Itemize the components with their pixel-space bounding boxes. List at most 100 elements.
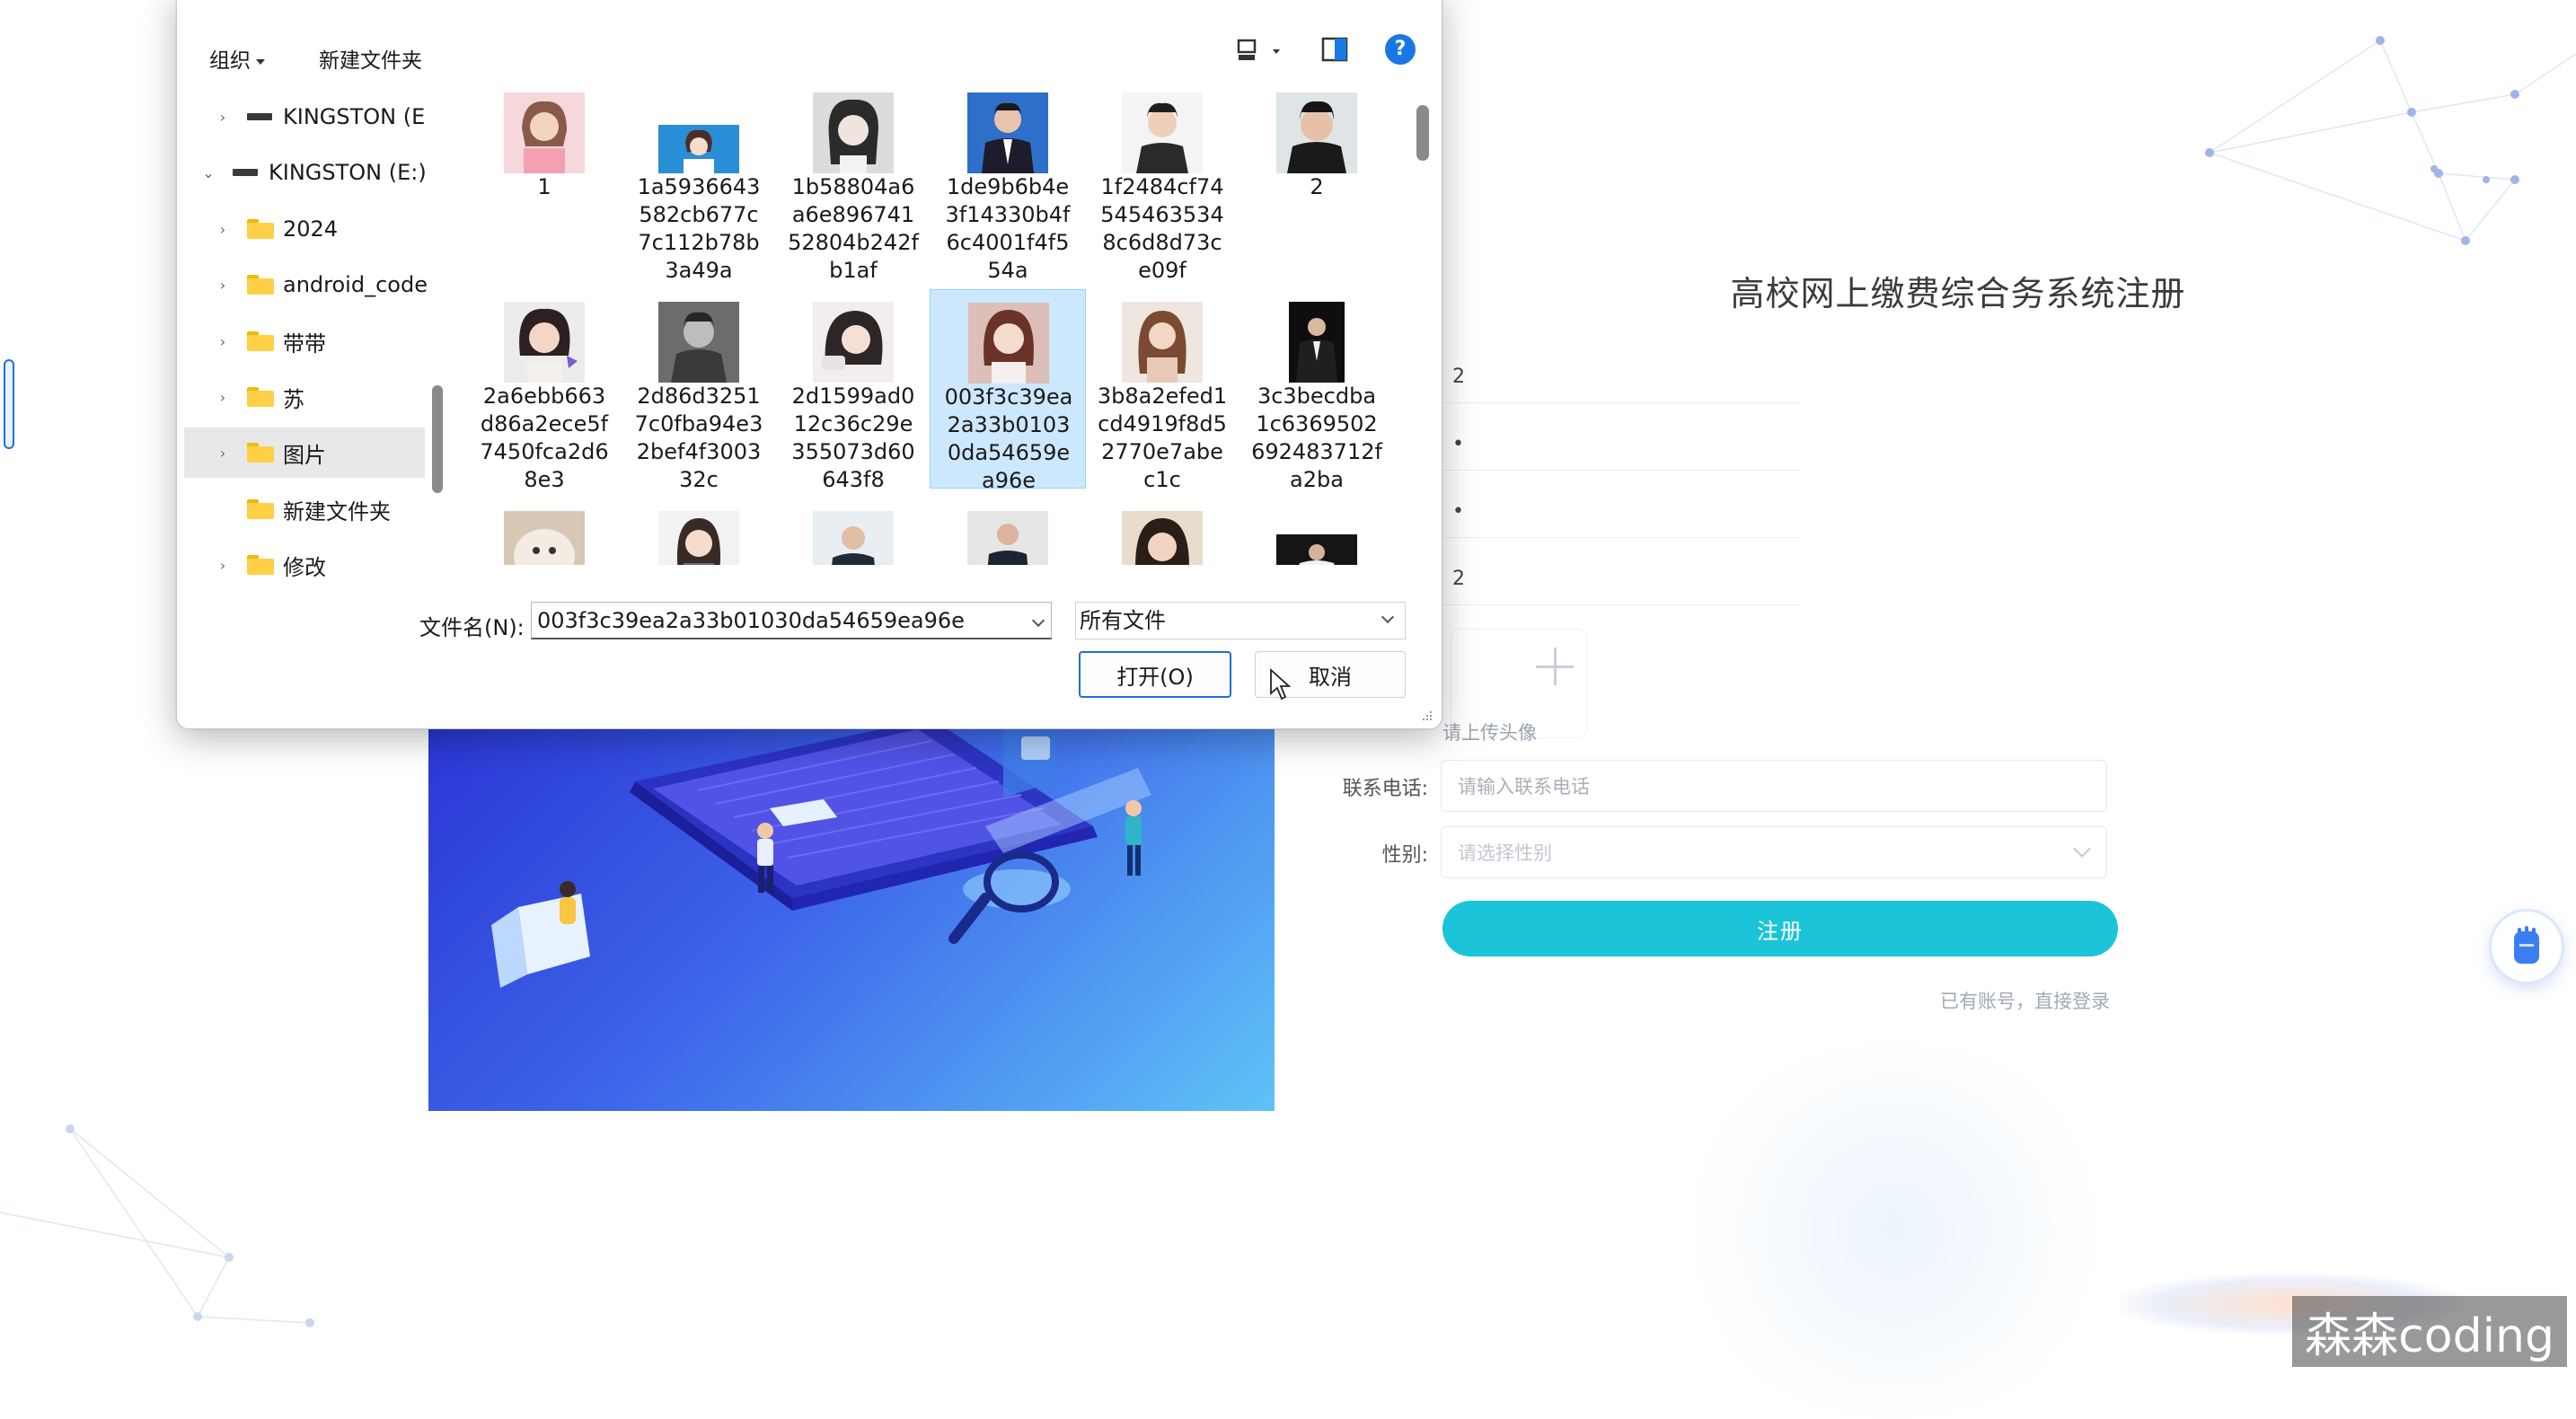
nav-item-label: 苏 <box>283 386 304 412</box>
image-thumbnail <box>658 511 739 565</box>
form-row-password[interactable]: • <box>1442 418 1801 471</box>
file-tile[interactable] <box>775 498 931 565</box>
file-tile[interactable] <box>621 498 777 565</box>
page-scrollbar[interactable] <box>4 359 14 449</box>
background-glow <box>1671 1042 2120 1419</box>
file-tile[interactable]: 3c3becdba1c6369502692483712fa2ba <box>1239 289 1395 492</box>
filename-label: 文件名(N): <box>419 615 525 640</box>
chevron-down-icon <box>2073 840 2091 858</box>
image-thumbnail <box>504 511 585 565</box>
file-name: 1b58804a6a6e89674152804b242fb1af <box>788 174 919 283</box>
chevron-right-icon: › <box>219 388 226 406</box>
nav-item-new-folder[interactable]: 新建文件夹 <box>247 484 391 534</box>
file-tile[interactable]: 1f2484cf745454635348c6d8d73ce09f <box>1084 80 1240 283</box>
file-name: 2a6ebb663d86a2ece5f7450fca2d68e3 <box>480 383 609 492</box>
organize-label: 组织 <box>209 49 251 73</box>
file-name: 1a5936643582cb677c7c112b78b3a49a <box>637 174 761 283</box>
folder-icon <box>247 499 274 519</box>
chevron-right-icon: › <box>219 444 226 462</box>
file-tile[interactable] <box>930 498 1086 565</box>
caret-down-icon <box>256 58 265 65</box>
filename-input[interactable] <box>531 602 1052 639</box>
organize-button[interactable]: 组织 <box>209 43 265 74</box>
form-row-name[interactable]: 2 <box>1442 552 1801 605</box>
file-tile[interactable]: 1 <box>466 80 622 279</box>
file-open-dialog: 组织 新建文件夹 ? › KINGSTON (E ⌄ KINGSTON (E:)… <box>176 0 1442 729</box>
image-thumbnail <box>967 511 1048 565</box>
nav-item-label: android_code <box>283 272 428 297</box>
confirm-password-value: • <box>1452 499 1464 523</box>
nav-item-daidai[interactable]: › 带带 <box>213 316 326 366</box>
nav-item-label: 2024 <box>283 216 339 242</box>
file-grid-scrollbar[interactable] <box>1416 105 1429 161</box>
file-name: 3c3becdba1c6369502692483712fa2ba <box>1251 383 1382 492</box>
file-tile[interactable]: 2d86d32517c0fba94e32bef4f300332c <box>621 289 777 492</box>
form-row-account[interactable]: 2 <box>1442 350 1801 403</box>
image-thumbnail <box>967 93 1048 173</box>
gender-select-placeholder: 请选择性别 <box>1458 842 1552 864</box>
view-options-icon[interactable] <box>1237 37 1280 64</box>
image-thumbnail <box>504 302 585 383</box>
file-tile[interactable]: 2 <box>1239 80 1395 279</box>
image-thumbnail <box>1276 93 1357 173</box>
nav-item-label: KINGSTON (E:) <box>269 160 427 185</box>
image-thumbnail <box>813 93 894 173</box>
file-name: 3b8a2efed1cd4919f8d52770e7abec1c <box>1097 383 1228 492</box>
folder-icon <box>247 443 274 463</box>
gender-select[interactable]: 请选择性别 <box>1441 826 2107 878</box>
file-tile-selected[interactable]: 003f3c39ea2a33b01030da54659ea96e <box>930 289 1086 493</box>
folder-icon <box>247 555 274 575</box>
image-thumbnail <box>658 125 739 173</box>
resize-grip-icon[interactable] <box>1420 709 1433 721</box>
image-thumbnail <box>658 302 739 383</box>
nav-item-su[interactable]: › 苏 <box>213 372 304 422</box>
nav-item-kingston-2[interactable]: ⌄ KINGSTON (E:) <box>198 147 427 198</box>
image-thumbnail <box>813 302 894 383</box>
navigation-pane: › KINGSTON (E ⌄ KINGSTON (E:) › 2024 › a… <box>177 80 446 580</box>
floating-helper-button[interactable] <box>2492 912 2562 982</box>
phone-input[interactable]: 请输入联系电话 <box>1441 760 2107 812</box>
image-thumbnail <box>968 303 1049 383</box>
mouse-cursor-icon <box>1270 668 1292 701</box>
file-tile[interactable]: 1b58804a6a6e89674152804b242fb1af <box>775 80 931 283</box>
chevron-down-icon <box>1381 610 1395 624</box>
file-type-select[interactable]: 所有文件 <box>1075 602 1406 639</box>
nav-item-kingston-1[interactable]: › KINGSTON (E <box>213 92 425 142</box>
file-tile[interactable]: 1a5936643582cb677c7c112b78b3a49a <box>621 80 777 283</box>
register-button[interactable]: 注册 <box>1442 901 2118 956</box>
image-thumbnail <box>1122 93 1203 173</box>
password-value: • <box>1452 432 1464 455</box>
file-tile[interactable] <box>466 498 622 565</box>
nav-item-pictures[interactable]: › 图片 <box>184 427 425 478</box>
nav-item-modify[interactable]: › 修改 <box>213 540 326 590</box>
chevron-right-icon: › <box>219 332 226 350</box>
chevron-right-icon: › <box>219 276 226 294</box>
open-button[interactable]: 打开(O) <box>1079 651 1231 698</box>
file-tile[interactable]: 3b8a2efed1cd4919f8d52770e7abec1c <box>1084 289 1240 492</box>
nav-pane-scrollbar[interactable] <box>432 385 443 493</box>
nav-item-label: KINGSTON (E <box>283 104 426 129</box>
file-tile[interactable]: 2a6ebb663d86a2ece5f7450fca2d68e3 <box>466 289 622 492</box>
nav-item-label: 图片 <box>283 442 326 468</box>
file-tile[interactable]: 2d1599ad012c36c29e355073d60643f8 <box>775 289 931 492</box>
name-value: 2 <box>1452 567 1465 590</box>
folder-icon <box>247 219 274 239</box>
folder-icon <box>247 387 274 407</box>
form-row-confirm-password[interactable]: • <box>1442 485 1801 538</box>
chevron-right-icon: › <box>219 220 226 238</box>
file-grid: 1 1a5936643582cb677c7c112b78b3a49a 1b588… <box>466 80 1400 565</box>
account-value: 2 <box>1452 365 1465 388</box>
nav-item-android-code[interactable]: › android_code <box>213 260 428 310</box>
help-icon[interactable]: ? <box>1385 34 1416 65</box>
plus-icon-vertical <box>1554 648 1557 685</box>
preview-pane-icon[interactable] <box>1321 37 1348 62</box>
file-type-value: 所有文件 <box>1080 608 1166 633</box>
file-name: 1de9b6b4e3f14330b4f6c4001f4f554a <box>945 174 1071 283</box>
file-tile[interactable] <box>1239 498 1395 565</box>
nav-item-2024[interactable]: › 2024 <box>213 204 338 254</box>
new-folder-button[interactable]: 新建文件夹 <box>319 43 422 74</box>
login-link[interactable]: 已有账号，直接登录 <box>1940 987 2110 1014</box>
file-tile[interactable] <box>1084 498 1240 565</box>
file-name: 1f2484cf745454635348c6d8d73ce09f <box>1100 174 1224 283</box>
file-tile[interactable]: 1de9b6b4e3f14330b4f6c4001f4f554a <box>930 80 1086 283</box>
